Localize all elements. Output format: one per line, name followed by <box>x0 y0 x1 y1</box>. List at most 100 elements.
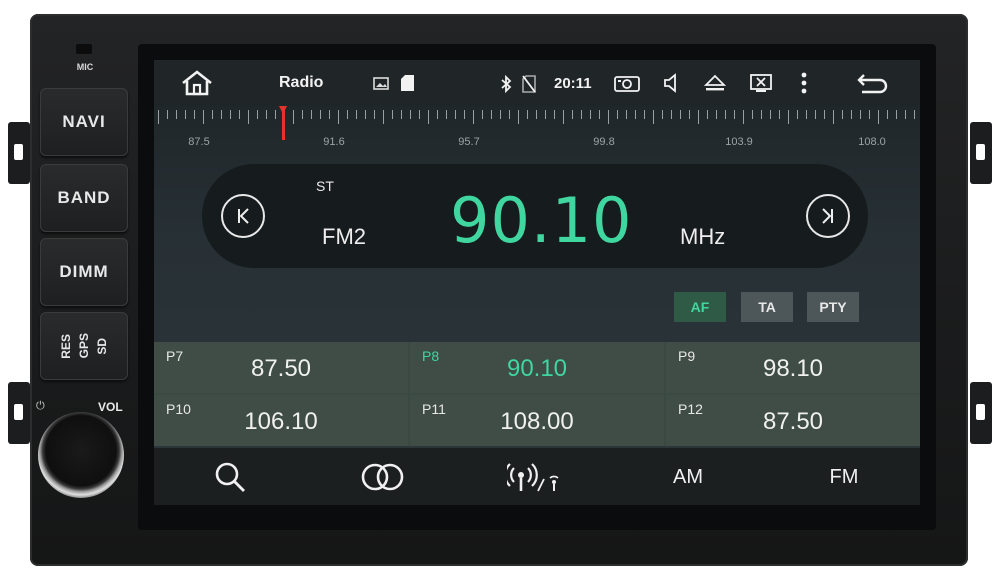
scale-tick <box>662 110 663 119</box>
scale-label: 95.7 <box>458 136 480 148</box>
volume-icon[interactable] <box>662 73 682 93</box>
scale-tick <box>833 110 834 124</box>
scale-tick <box>401 110 402 119</box>
scale-tick <box>581 110 582 119</box>
pty-toggle[interactable]: PTY <box>807 292 859 322</box>
volume-knob[interactable] <box>38 412 124 498</box>
mic-icon <box>76 44 92 54</box>
scale-label: 99.8 <box>593 136 615 148</box>
scale-tick <box>320 110 321 119</box>
scale-tick <box>464 110 465 119</box>
scale-tick <box>743 110 744 124</box>
scale-tick <box>860 110 861 119</box>
fm-button[interactable]: FM <box>824 462 864 492</box>
preset-p9[interactable]: P9 98.10 <box>666 342 920 393</box>
af-toggle[interactable]: AF <box>674 292 726 322</box>
scale-tick <box>644 110 645 119</box>
scale-tick <box>230 110 231 119</box>
scale-tick <box>671 110 672 119</box>
tuner-needle[interactable] <box>279 106 287 140</box>
scale-tick <box>455 110 456 119</box>
seek-next-icon <box>822 208 833 224</box>
ta-toggle[interactable]: TA <box>741 292 793 322</box>
sd-card-icon <box>401 75 414 91</box>
preset-grid: P7 87.50 P8 90.10 P9 98.10 P10 106.10 P1… <box>154 342 920 446</box>
scale-tick <box>266 110 267 119</box>
scale-tick <box>212 110 213 119</box>
scale-label: 87.5 <box>188 136 210 148</box>
gps-label: GPS <box>77 333 91 359</box>
scale-tick <box>167 110 168 119</box>
scale-label: 108.0 <box>858 136 886 148</box>
scale-tick <box>347 110 348 119</box>
home-icon[interactable] <box>180 70 214 96</box>
am-button[interactable]: AM <box>668 462 708 492</box>
sd-label: SD <box>95 337 109 355</box>
scale-tick <box>680 110 681 119</box>
scale-tick <box>815 110 816 119</box>
scale-tick <box>176 110 177 119</box>
scale-tick <box>446 110 447 119</box>
search-button[interactable] <box>210 462 250 492</box>
vol-label: VOL <box>98 400 123 414</box>
seek-next-button[interactable] <box>806 194 850 238</box>
scale-tick <box>221 110 222 119</box>
bottom-bar: AM FM <box>154 448 920 505</box>
scale-tick <box>482 110 483 119</box>
mount-ear-right-top <box>970 122 992 184</box>
back-icon[interactable] <box>856 72 890 94</box>
scale-tick <box>437 110 438 119</box>
mount-ear-right-bottom <box>970 382 992 444</box>
scale-tick <box>329 110 330 119</box>
dimm-button[interactable]: DIMM <box>40 238 128 306</box>
scale-tick <box>608 110 609 124</box>
radio-screen: Radio 20:11 87.5 91.6 95.7 99.8 103.9 10… <box>154 60 920 505</box>
close-window-icon[interactable] <box>750 74 772 92</box>
eject-icon[interactable] <box>704 74 726 92</box>
scale-tick <box>788 110 789 124</box>
scale-tick <box>851 110 852 119</box>
more-vert-icon[interactable] <box>801 72 807 94</box>
scale-tick <box>302 110 303 119</box>
preset-frequency: 87.50 <box>762 408 824 435</box>
scale-tick <box>635 110 636 119</box>
scale-tick <box>275 110 276 119</box>
scale-label: 103.9 <box>725 136 753 148</box>
clock: 20:11 <box>554 75 592 92</box>
scale-tick <box>698 110 699 124</box>
local-dx-button[interactable] <box>506 462 566 492</box>
band-button[interactable]: BAND <box>40 164 128 232</box>
preset-p7[interactable]: P7 87.50 <box>154 342 408 393</box>
stereo-mode-button[interactable] <box>358 462 408 492</box>
mic-label: MIC <box>76 62 94 72</box>
frequency-unit: MHz <box>680 224 726 249</box>
camera-icon[interactable] <box>614 74 640 92</box>
scale-tick <box>626 110 627 119</box>
scale-tick <box>203 110 204 124</box>
scale-tick <box>257 110 258 119</box>
mount-ear-left-bottom <box>8 382 30 444</box>
scale-label: 91.6 <box>323 136 345 148</box>
scale-tick <box>527 110 528 119</box>
res-gps-sd-button[interactable]: RES GPS SD <box>40 312 128 380</box>
frequency-scale[interactable]: 87.5 91.6 95.7 99.8 103.9 108.0 <box>154 106 920 160</box>
scale-tick <box>536 110 537 119</box>
search-icon <box>215 462 245 492</box>
preset-p12[interactable]: P12 87.50 <box>666 395 920 446</box>
page-title: Radio <box>279 74 324 91</box>
scale-tick <box>545 110 546 119</box>
preset-p8[interactable]: P8 90.10 <box>410 342 664 393</box>
scale-tick <box>311 110 312 119</box>
scale-tick <box>716 110 717 119</box>
scale-tick <box>734 110 735 119</box>
antenna-icon <box>507 463 559 492</box>
navi-button[interactable]: NAVI <box>40 88 128 156</box>
scale-tick <box>887 110 888 119</box>
preset-p11[interactable]: P11 108.00 <box>410 395 664 446</box>
scale-tick <box>617 110 618 119</box>
preset-p10[interactable]: P10 106.10 <box>154 395 408 446</box>
seek-prev-button[interactable] <box>221 194 265 238</box>
preset-frequency: 98.10 <box>762 355 824 382</box>
scale-tick <box>725 110 726 119</box>
scale-tick <box>878 110 879 124</box>
